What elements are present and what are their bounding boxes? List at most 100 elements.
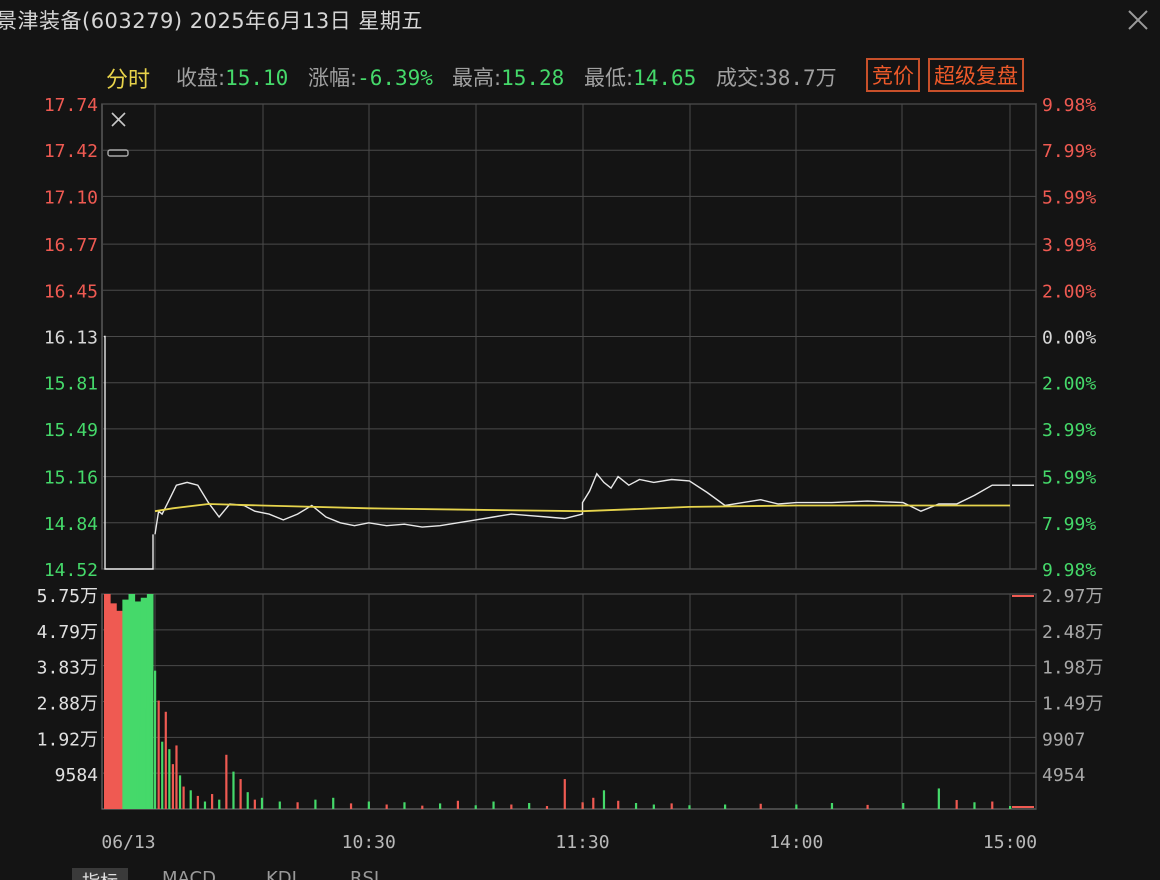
volume-bar [563, 779, 566, 809]
volume-bar [175, 745, 178, 809]
volume-bar [403, 802, 406, 809]
auction-button[interactable]: 竞价 [866, 58, 920, 92]
volume-bar [634, 803, 638, 809]
volume-bar [439, 803, 442, 809]
axis-labels: 17.74 9.98% 17.42 7.99% 17.10 5.99% 16.77 3.99%… [37, 95, 1104, 853]
high-value: 15.28 [501, 66, 565, 90]
volume-bar [150, 685, 153, 809]
volume-bar [203, 801, 207, 809]
auction-volume-bar [134, 601, 142, 809]
volume-bar [278, 801, 281, 809]
volume-tick-label-left: 9584 [55, 765, 98, 786]
volume-bar [385, 804, 388, 809]
auction-volume-bar [128, 594, 136, 809]
window-title: 景津装备(603279) 2025年6月13日 星期五 [0, 9, 423, 33]
low-label: 最低: [584, 66, 634, 90]
volume-bar [510, 804, 513, 809]
volume-bar [866, 804, 869, 809]
close-button[interactable] [1124, 6, 1152, 34]
volume-bar [724, 804, 727, 809]
volume-bar [492, 801, 495, 809]
volume-bar [161, 741, 164, 809]
low-value: 14.65 [633, 66, 697, 90]
volume-tick-label-right: 1.49万 [1042, 694, 1103, 715]
close-price-value: 15.10 [225, 66, 289, 90]
tab-kdj[interactable]: KDJ [266, 868, 297, 880]
price-tick-label: 17.74 [44, 95, 98, 116]
price-tick-label: 14.52 [44, 560, 98, 581]
volume-tick-label-left: 4.79万 [37, 622, 98, 643]
auction-volume-bar [116, 610, 123, 809]
price-tick-label: 16.45 [44, 281, 98, 302]
volume-bar [139, 726, 142, 809]
high-stat: 最高:15.28 [452, 62, 564, 92]
volume-bar [178, 775, 182, 809]
tab-indicator[interactable]: 指标 [72, 868, 128, 880]
percent-tick-label: 7.99% [1042, 141, 1096, 162]
volume-tick-label-right: 1.98万 [1042, 658, 1103, 679]
volume-bar [474, 805, 477, 809]
volume-bar [349, 803, 353, 809]
super-replay-button[interactable]: 超级复盘 [928, 58, 1024, 92]
time-tick-label: 10:30 [342, 832, 396, 853]
volume-bar [146, 696, 150, 809]
volume-bar [253, 799, 256, 809]
volume-tick-label-left: 2.88万 [37, 694, 98, 715]
volume-bar [902, 803, 905, 809]
crosshair-toggle-icon[interactable] [111, 112, 126, 127]
volume-bar [937, 788, 940, 809]
price-tick-label: 17.42 [44, 141, 98, 162]
price-tick-label: 15.49 [44, 420, 98, 441]
percent-tick-label: 5.99% [1042, 187, 1096, 208]
volume-bar [830, 803, 834, 809]
price-tick-label: 16.77 [44, 235, 98, 256]
chart-grid [101, 103, 1037, 810]
volume-bar [232, 771, 235, 809]
volume-bar [168, 749, 171, 809]
tab-rsi[interactable]: RSI [350, 868, 379, 880]
volume-tick-label-right: 9907 [1042, 729, 1085, 750]
tab-intraday[interactable]: 分时 [106, 62, 150, 94]
volume-bar [332, 797, 335, 809]
volume-tick-label-right: 2.48万 [1042, 622, 1103, 643]
change-stat: 涨幅:-6.39% [308, 62, 433, 92]
percent-tick-label: 3.99% [1042, 420, 1096, 441]
volume-label: 成交: [716, 66, 766, 90]
volume-bar [652, 804, 655, 809]
low-stat: 最低:14.65 [584, 62, 696, 92]
volume-bar [670, 803, 673, 809]
percent-tick-label: 3.99% [1042, 235, 1096, 256]
volume-bar [260, 797, 264, 809]
volume-bar [421, 805, 424, 809]
close-icon [1128, 10, 1148, 30]
volume-bars [104, 594, 1034, 809]
volume-value: 38.7万 [765, 66, 837, 90]
percent-tick-label: 0.00% [1042, 328, 1096, 349]
tab-macd[interactable]: MACD [162, 868, 216, 880]
percent-tick-label: 2.00% [1042, 281, 1096, 302]
volume-tick-label-left: 5.75万 [37, 586, 98, 607]
volume-bar [154, 670, 157, 809]
auction-volume-bar [110, 603, 117, 809]
volume-bar [171, 764, 175, 809]
volume-bar [973, 802, 976, 809]
volume-bar [759, 803, 762, 809]
volume-bar [955, 800, 958, 809]
close-price-stat: 收盘:15.10 [176, 62, 288, 92]
time-tick-label: 15:00 [983, 832, 1037, 853]
average-price-line [154, 503, 1010, 513]
volume-panel-border [101, 593, 1037, 810]
volume-bar [688, 805, 691, 809]
auction-volume-bar [140, 597, 148, 809]
volume-tick-label-right: 2.97万 [1042, 586, 1103, 607]
price-tick-label: 15.81 [44, 374, 98, 395]
percent-tick-label: 7.99% [1042, 514, 1096, 535]
range-handle-icon[interactable] [107, 149, 129, 157]
percent-tick-label: 9.98% [1042, 95, 1096, 116]
time-tick-label: 06/13 [101, 832, 155, 853]
volume-tick-label-right: 4954 [1042, 765, 1085, 786]
time-tick-label: 11:30 [555, 832, 609, 853]
volume-bar [157, 700, 160, 809]
volume-bar [795, 804, 798, 809]
high-label: 最高: [452, 66, 502, 90]
